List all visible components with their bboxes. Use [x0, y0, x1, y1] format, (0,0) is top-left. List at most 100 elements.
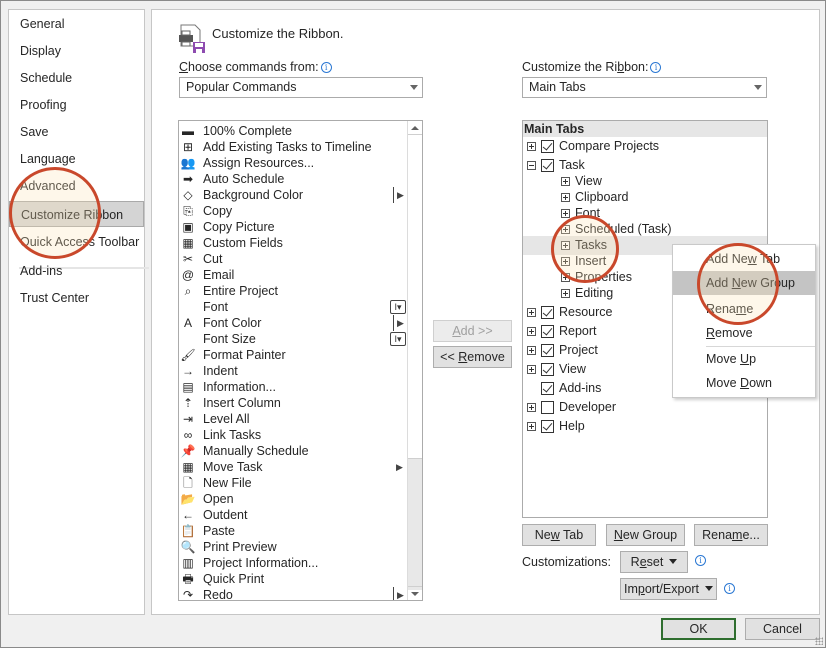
expand-icon[interactable]: [561, 225, 570, 234]
sidebar-item-schedule[interactable]: Schedule: [9, 65, 144, 91]
reset-button[interactable]: Reset: [620, 551, 688, 573]
import-export-button[interactable]: Import/Export: [620, 578, 717, 600]
expand-icon[interactable]: [527, 422, 536, 431]
command-list-item[interactable]: 📌 Manually Schedule: [179, 443, 409, 459]
command-list-item[interactable]: ▦ Move Task ▶: [179, 459, 409, 475]
choose-commands-dropdown[interactable]: Popular Commands: [179, 77, 423, 98]
new-group-button[interactable]: New Group: [606, 524, 685, 546]
command-list-item[interactable]: @ Email: [179, 267, 409, 283]
command-list-item[interactable]: ← Outdent: [179, 507, 409, 523]
sidebar-item-customize-ribbon[interactable]: Customize Ribbon: [9, 201, 144, 227]
command-list-item[interactable]: 🖌 Format Painter: [179, 347, 409, 363]
command-list-item[interactable]: ∞ Link Tasks: [179, 427, 409, 443]
expand-icon[interactable]: [561, 273, 570, 282]
commands-scrollbar[interactable]: [407, 121, 422, 600]
sidebar-item-add-ins[interactable]: Add-ins: [9, 258, 144, 284]
command-label: New File: [203, 476, 252, 490]
remove-button[interactable]: << Remove: [433, 346, 512, 368]
command-list-item[interactable]: ▣ Copy Picture: [179, 219, 409, 235]
menu-item-move-up[interactable]: Move Up: [673, 347, 815, 371]
command-list-item[interactable]: ⊞ Add Existing Tasks to Timeline: [179, 139, 409, 155]
tab-checkbox[interactable]: [541, 382, 554, 395]
cancel-button[interactable]: Cancel: [745, 618, 820, 640]
customize-ribbon-dropdown[interactable]: Main Tabs: [522, 77, 767, 98]
command-list-item[interactable]: 📋 Paste: [179, 523, 409, 539]
expand-icon[interactable]: [561, 209, 570, 218]
command-list-item[interactable]: ⌕ Entire Project: [179, 283, 409, 299]
ok-button[interactable]: OK: [661, 618, 736, 640]
command-list-item[interactable]: 🖶 Quick Print: [179, 571, 409, 587]
command-list-item[interactable]: 🗋 New File: [179, 475, 409, 491]
command-list-item[interactable]: ▥ Project Information...: [179, 555, 409, 571]
command-list-item[interactable]: ✂ Cut: [179, 251, 409, 267]
menu-item-move-down[interactable]: Move Down: [673, 371, 815, 395]
tab-checkbox[interactable]: [541, 401, 554, 414]
sidebar-item-general[interactable]: General: [9, 11, 144, 37]
menu-item-remove[interactable]: Remove: [673, 321, 815, 345]
tab-checkbox[interactable]: [541, 420, 554, 433]
command-list-item[interactable]: ⇡ Insert Column: [179, 395, 409, 411]
command-list-item[interactable]: ⎘ Copy: [179, 203, 409, 219]
command-list-item[interactable]: ▦ Custom Fields: [179, 235, 409, 251]
scroll-track[interactable]: [408, 459, 422, 590]
sidebar-item-language[interactable]: Language: [9, 146, 144, 172]
expand-icon[interactable]: [561, 257, 570, 266]
command-list-item[interactable]: Font Size I▾: [179, 331, 409, 347]
expand-icon[interactable]: [527, 403, 536, 412]
info-icon[interactable]: i: [695, 555, 706, 566]
rename-button[interactable]: Rename...: [694, 524, 768, 546]
command-list-item[interactable]: 🔍 Print Preview: [179, 539, 409, 555]
sidebar-item-proofing[interactable]: Proofing: [9, 92, 144, 118]
info-icon[interactable]: i: [320, 62, 332, 73]
scroll-up-button[interactable]: [408, 121, 422, 135]
scroll-down-button[interactable]: [408, 586, 422, 600]
tab-checkbox[interactable]: [541, 344, 554, 357]
resize-grip[interactable]: [815, 637, 823, 645]
collapse-icon[interactable]: [527, 161, 536, 170]
sidebar-item-save[interactable]: Save: [9, 119, 144, 145]
command-list-item[interactable]: ⇥ Level All: [179, 411, 409, 427]
tab-checkbox[interactable]: [541, 159, 554, 172]
expand-icon[interactable]: [561, 241, 570, 250]
scroll-thumb[interactable]: [408, 136, 422, 459]
command-list-item[interactable]: → Indent: [179, 363, 409, 379]
command-list-item[interactable]: ▤ Information...: [179, 379, 409, 395]
new-tab-button[interactable]: New Tab: [522, 524, 596, 546]
command-label: Entire Project: [203, 284, 279, 298]
expand-icon[interactable]: [527, 142, 536, 151]
info-icon[interactable]: i: [650, 62, 662, 73]
expand-icon[interactable]: [527, 346, 536, 355]
add-button[interactable]: Add >>: [433, 320, 512, 342]
command-list-item[interactable]: ◇ Background Color ▶: [179, 187, 409, 203]
command-list-item[interactable]: 📂 Open: [179, 491, 409, 507]
sidebar-item-quick-access-toolbar[interactable]: Quick Access Toolbar: [9, 229, 144, 255]
command-list-item[interactable]: ▬ 100% Complete: [179, 123, 409, 139]
sidebar-item-trust-center[interactable]: Trust Center: [9, 285, 144, 311]
expand-icon[interactable]: [561, 289, 570, 298]
commands-list[interactable]: ▬ 100% Complete ⊞ Add Existing Tasks to Tim…: [178, 120, 423, 601]
expand-icon[interactable]: [527, 327, 536, 336]
menu-item-add-new-tab[interactable]: Add New Tab: [673, 247, 815, 271]
sidebar-item-display[interactable]: Display: [9, 38, 144, 64]
command-list-item[interactable]: A Font Color ▶: [179, 315, 409, 331]
tree-item[interactable]: Compare Projects: [523, 137, 767, 156]
menu-item-rename[interactable]: Rename: [673, 297, 815, 321]
tree-item[interactable]: Developer: [523, 398, 767, 417]
command-list-item[interactable]: ➡ Auto Schedule: [179, 171, 409, 187]
tree-item[interactable]: Help: [523, 417, 767, 436]
menu-item-add-new-group[interactable]: Add New Group: [673, 271, 815, 295]
expand-icon[interactable]: [561, 193, 570, 202]
options-dialog: General Display Schedule Proofing Save L…: [0, 0, 826, 648]
tab-checkbox[interactable]: [541, 363, 554, 376]
expand-icon[interactable]: [561, 177, 570, 186]
expand-icon[interactable]: [527, 308, 536, 317]
command-list-item[interactable]: Font I▾: [179, 299, 409, 315]
expand-icon[interactable]: [527, 365, 536, 374]
tab-checkbox[interactable]: [541, 306, 554, 319]
command-list-item[interactable]: ↷ Redo ▶: [179, 587, 409, 600]
command-list-item[interactable]: 👥 Assign Resources...: [179, 155, 409, 171]
sidebar-item-advanced[interactable]: Advanced: [9, 173, 144, 199]
info-icon[interactable]: i: [724, 583, 735, 594]
tab-checkbox[interactable]: [541, 140, 554, 153]
tab-checkbox[interactable]: [541, 325, 554, 338]
